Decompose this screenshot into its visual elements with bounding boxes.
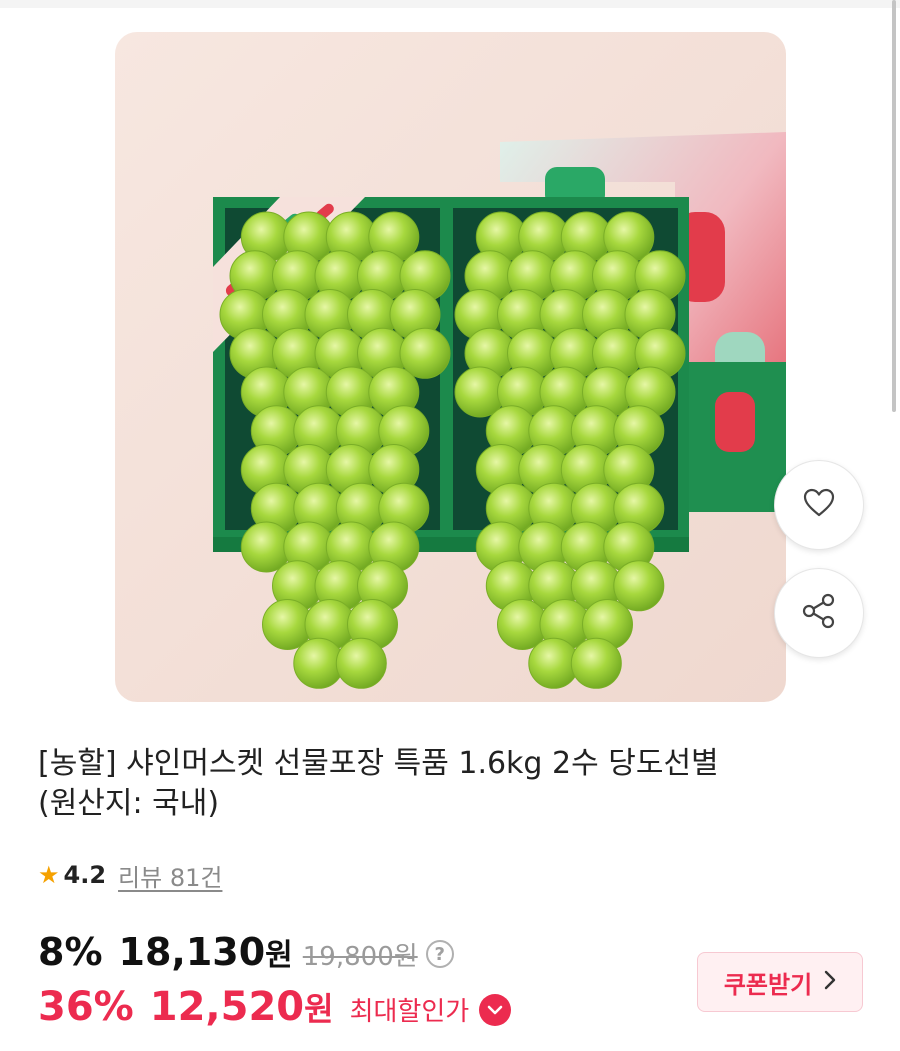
share-icon [802, 593, 836, 633]
chevron-right-icon [824, 970, 836, 994]
grape [570, 637, 622, 689]
product-title-line2: (원산지: 국내) [38, 786, 220, 821]
share-button[interactable] [774, 568, 864, 658]
max-discount-price: 12,520 [149, 984, 305, 1030]
sale-price-row: 8% 18,130 원 19,800원 ? [38, 930, 454, 978]
heart-icon [803, 488, 835, 522]
sale-price: 18,130 [118, 930, 266, 974]
help-icon[interactable]: ? [425, 940, 454, 968]
max-discount-row: 36% 12,520 원 최대할인가 [38, 984, 512, 1036]
grape [335, 637, 387, 689]
review-count-link[interactable]: 리뷰 81건 [118, 858, 222, 893]
rating-value: 4.2 [63, 861, 107, 889]
star-icon: ★ [38, 861, 60, 889]
product-title: [농할] 샤인머스켓 선물포장 특품 1.6kg 2수 당도선별 (원산지: 국… [38, 744, 838, 824]
chevron-down-icon[interactable] [479, 994, 512, 1026]
max-price-currency: 원 [304, 990, 334, 1028]
rating-row: ★ 4.2 리뷰 81건 [38, 858, 222, 892]
discount-rate: 8% [38, 930, 103, 974]
max-discount-rate: 36% [38, 984, 134, 1030]
max-discount-label[interactable]: 최대할인가 [350, 991, 470, 1028]
like-button[interactable] [774, 460, 864, 550]
scrollbar[interactable] [892, 0, 896, 412]
coupon-button[interactable]: 쿠폰받기 [697, 952, 863, 1012]
product-image [115, 32, 786, 702]
product-title-line1: [농할] 샤인머스켓 선물포장 특품 1.6kg 2수 당도선별 [38, 746, 719, 781]
original-price: 19,800원 [302, 942, 418, 972]
sale-price-currency: 원 [265, 938, 293, 973]
top-status-strip [0, 0, 900, 8]
coupon-button-label: 쿠폰받기 [723, 970, 813, 999]
